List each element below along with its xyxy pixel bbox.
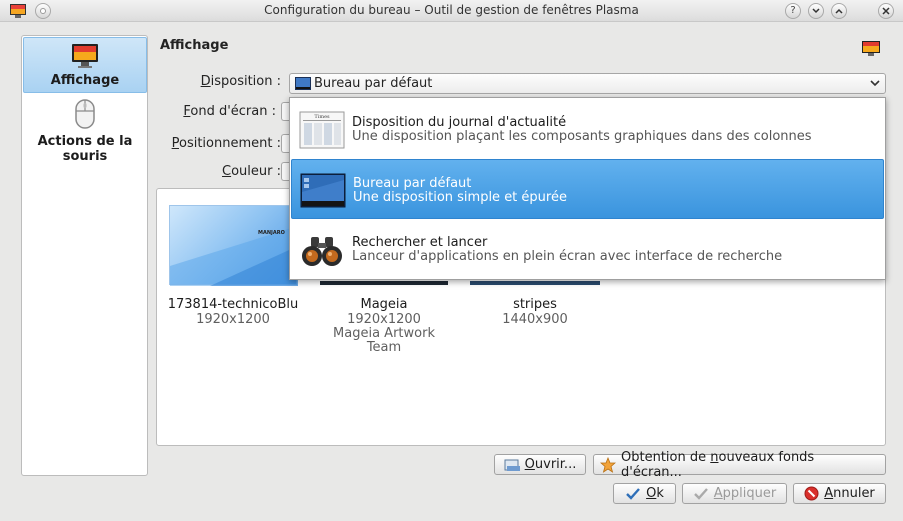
sidebar: Affichage Actions de la souris [21, 35, 148, 476]
couleur-label: Couleur : [222, 164, 281, 179]
maximize-button[interactable] [831, 3, 847, 19]
apply-button-label: Appliquer [713, 486, 777, 501]
dropdown-option-desc: Une disposition simple et épurée [353, 190, 567, 205]
monitor-icon [72, 44, 98, 68]
minimize-button[interactable] [808, 3, 824, 19]
disposition-combo[interactable]: Bureau par défaut [289, 73, 886, 94]
dropdown-option-title: Rechercher et lancer [352, 235, 488, 250]
sidebar-item-label-line1: Actions de la [37, 134, 133, 149]
apply-button[interactable]: Appliquer [682, 483, 787, 504]
settings-window: Configuration du bureau – Outil de gesti… [0, 0, 903, 521]
dropdown-option-title: Bureau par défaut [353, 176, 472, 191]
positionnement-label: Positionnement : [171, 136, 281, 151]
fond-ecran-combo[interactable] [281, 102, 289, 121]
wallpaper-name: Mageia [360, 297, 408, 312]
page-title: Affichage [160, 38, 229, 53]
disposition-combo-value: Bureau par défaut [314, 76, 433, 91]
checkmark-icon [626, 487, 641, 500]
wallpaper-name: stripes [513, 297, 557, 312]
cancel-button-label: Annuler [824, 486, 875, 501]
wallpaper-author-line2: Team [366, 340, 402, 355]
binoculars-icon [302, 237, 342, 266]
cancel-button[interactable]: Annuler [793, 483, 886, 504]
chevron-down-icon [870, 80, 880, 87]
positionnement-combo[interactable] [281, 134, 289, 153]
fond-ecran-label: Fond d'écran : [183, 104, 276, 119]
star-icon [600, 456, 616, 473]
monitor-icon [862, 41, 880, 56]
newspaper-icon-text: Times [314, 114, 330, 120]
dropdown-option-bureau-defaut[interactable]: Bureau par défaut Une disposition simple… [291, 159, 884, 219]
get-new-wallpapers-label: Obtention de nouveaux fonds d'écran... [621, 449, 815, 480]
wallpaper-name: 173814-technicoBlu [167, 297, 299, 312]
desktop-icon [295, 77, 311, 90]
wallpaper-thumbnail[interactable] [320, 281, 448, 285]
cancel-icon [804, 486, 819, 501]
disposition-label: Disposition : [200, 74, 281, 89]
help-button[interactable]: ? [785, 3, 801, 19]
open-button[interactable]: Ouvrir... [494, 454, 586, 475]
open-file-icon [504, 459, 520, 471]
wallpaper-image [170, 226, 298, 286]
disposition-dropdown: Times Disposition du journal d'actualité… [289, 97, 886, 280]
close-button[interactable] [878, 3, 894, 19]
chevron-down-icon [812, 8, 820, 14]
wallpaper-resolution: 1920x1200 [347, 312, 421, 327]
wallpaper-resolution: 1440x900 [502, 312, 568, 327]
sidebar-item-affichage[interactable]: Affichage [23, 37, 147, 93]
wallpaper-resolution: 1920x1200 [196, 312, 270, 327]
newspaper-icon: Times [299, 111, 345, 149]
dropdown-option-rechercher-lancer[interactable]: Rechercher et lancer Lanceur d'applicati… [291, 219, 884, 279]
wallpaper-thumbnail[interactable] [470, 281, 600, 285]
desktop-icon [300, 173, 346, 208]
close-icon [882, 7, 890, 15]
mouse-icon [75, 99, 95, 129]
dropdown-option-desc: Une disposition plaçant les composants g… [352, 129, 812, 144]
wallpaper-thumb-text: MANJARO [258, 230, 285, 236]
ok-button-label: Ok [646, 486, 664, 501]
open-button-label: Ouvrir... [524, 457, 577, 472]
sidebar-item-actions-souris[interactable]: Actions de la souris [23, 96, 147, 164]
title-bar[interactable]: Configuration du bureau – Outil de gesti… [0, 0, 903, 22]
checkmark-icon [693, 487, 708, 500]
dropdown-option-desc: Lanceur d'applications en plein écran av… [352, 249, 783, 264]
dropdown-option-title: Disposition du journal d'actualité [352, 115, 567, 130]
sidebar-item-label-line2: souris [62, 149, 108, 164]
dropdown-option-journal[interactable]: Times Disposition du journal d'actualité… [291, 99, 884, 159]
ok-button[interactable]: Ok [613, 483, 676, 504]
wallpaper-thumbnail[interactable]: MANJARO [169, 205, 298, 286]
sidebar-item-label: Affichage [50, 73, 120, 88]
wallpaper-author-line1: Mageia Artwork [333, 326, 435, 341]
window-title: Configuration du bureau – Outil de gesti… [264, 3, 639, 17]
chevron-up-icon [835, 8, 843, 14]
get-new-wallpapers-button[interactable]: Obtention de nouveaux fonds d'écran... [593, 450, 886, 480]
couleur-button[interactable] [281, 162, 289, 181]
